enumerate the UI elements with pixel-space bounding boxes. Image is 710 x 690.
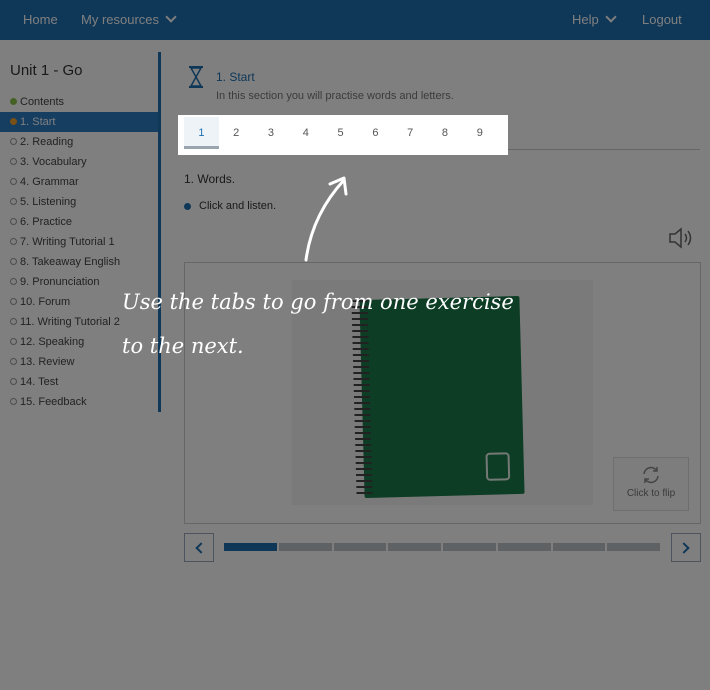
status-dot-icon	[10, 178, 17, 185]
tutorial-hint-line-2: to the next.	[122, 334, 244, 358]
instruction-bullet	[184, 203, 191, 210]
status-dot-icon	[10, 338, 17, 345]
status-dot-icon	[10, 358, 17, 365]
sidebar-item-label: 9. Pronunciation	[20, 276, 100, 288]
flip-icon	[643, 466, 659, 484]
sidebar-item[interactable]: 5. Listening	[0, 192, 158, 212]
sidebar-item-label: 13. Review	[20, 356, 75, 368]
exercise-tab[interactable]: 5	[323, 117, 358, 149]
hourglass-icon	[189, 66, 203, 88]
sidebar-item-label: 10. Forum	[20, 296, 71, 308]
exercise-instruction: Click and listen.	[199, 200, 277, 212]
exercise-tab[interactable]: 7	[393, 117, 428, 149]
status-dot-icon	[10, 298, 17, 305]
progress-segment	[333, 543, 387, 551]
exercise-tab[interactable]: 6	[358, 117, 393, 149]
sidebar-item[interactable]: 7. Writing Tutorial 1	[0, 232, 158, 252]
sidebar-item[interactable]: 8. Takeaway English	[0, 252, 158, 272]
status-dot-icon	[10, 118, 17, 125]
status-dot-icon	[10, 198, 17, 205]
sidebar-item-label: Contents	[20, 96, 65, 108]
top-nav-bar: Home My resources Help Logout	[0, 0, 710, 40]
sidebar-item[interactable]: 6. Practice	[0, 212, 158, 232]
chevron-left-icon	[195, 542, 207, 554]
sidebar-item-label: 2. Reading	[20, 136, 74, 148]
chevron-down-icon	[165, 11, 177, 23]
progress-segment	[497, 543, 551, 551]
flip-label: Click to flip	[626, 488, 676, 499]
sidebar-item-label: 7. Writing Tutorial 1	[20, 236, 115, 248]
chevron-right-icon	[678, 542, 690, 554]
status-dot-icon	[10, 98, 17, 105]
exercise-tab[interactable]: 1	[184, 117, 219, 149]
sidebar-item-label: 12. Speaking	[20, 336, 85, 348]
exercise-title: 1. Words.	[184, 172, 236, 186]
chevron-down-icon	[605, 11, 617, 23]
unit-title: Unit 1 - Go	[10, 62, 83, 79]
exercise-tab[interactable]: 4	[288, 117, 323, 149]
exercise-tab[interactable]: 9	[462, 117, 497, 149]
status-dot-icon	[10, 258, 17, 265]
sidebar-item-label: 1. Start	[20, 116, 56, 128]
previous-card-button[interactable]	[184, 533, 214, 562]
status-dot-icon	[10, 378, 17, 385]
nav-help-label: Help	[572, 12, 599, 27]
status-dot-icon	[10, 318, 17, 325]
progress-segment	[607, 543, 660, 551]
nav-logout-link[interactable]: Logout	[642, 12, 682, 27]
tutorial-hint-line-1: Use the tabs to go from one exercise	[122, 290, 514, 314]
sidebar-item[interactable]: Contents	[0, 92, 158, 112]
progress-segment	[278, 543, 332, 551]
nav-my-resources-label: My resources	[81, 12, 160, 27]
sidebar-item[interactable]: 3. Vocabulary	[0, 152, 158, 172]
sidebar-item-label: 3. Vocabulary	[20, 156, 87, 168]
sidebar-item-label: 15. Feedback	[20, 396, 87, 408]
exercise-tab[interactable]: 8	[428, 117, 463, 149]
card-progress-bar	[224, 543, 660, 551]
tutorial-hint: Use the tabs to go from one exercise to …	[122, 280, 592, 368]
exercise-tabs: 123456789	[178, 115, 508, 155]
notebook-logo	[485, 452, 511, 481]
sidebar-item-label: 5. Listening	[20, 196, 77, 208]
nav-my-resources-menu[interactable]: My resources	[81, 11, 177, 27]
status-dot-icon	[10, 138, 17, 145]
sidebar-item-label: 11. Writing Tutorial 2	[20, 316, 120, 328]
sidebar-item[interactable]: 4. Grammar	[0, 172, 158, 192]
status-dot-icon	[10, 218, 17, 225]
speaker-icon[interactable]	[668, 226, 694, 250]
flip-button[interactable]: Click to flip	[613, 457, 689, 511]
progress-segment	[552, 543, 606, 551]
exercise-tab[interactable]: 3	[254, 117, 289, 149]
progress-segment	[443, 543, 496, 551]
section-title: 1. Start	[216, 70, 255, 84]
nav-home-link[interactable]: Home	[23, 12, 58, 27]
status-dot-icon	[10, 238, 17, 245]
next-card-button[interactable]	[671, 533, 701, 562]
sidebar-item-label: 8. Takeaway English	[20, 256, 121, 268]
status-dot-icon	[10, 278, 17, 285]
sidebar-item-label: 4. Grammar	[20, 176, 79, 188]
sidebar-item-label: 14. Test	[20, 376, 59, 388]
sidebar-item-label: 6. Practice	[20, 216, 72, 228]
section-subtitle: In this section you will practise words …	[216, 90, 454, 102]
progress-segment	[224, 543, 277, 551]
status-dot-icon	[10, 398, 17, 405]
nav-help-menu[interactable]: Help	[572, 11, 617, 27]
sidebar-item[interactable]: 14. Test	[0, 372, 158, 392]
exercise-tab[interactable]: 2	[219, 117, 254, 149]
hint-arrow-icon	[304, 176, 348, 262]
sidebar-item[interactable]: 15. Feedback	[0, 392, 158, 412]
sidebar-item[interactable]: 1. Start	[0, 112, 158, 132]
status-dot-icon	[10, 158, 17, 165]
progress-segment	[388, 543, 441, 551]
sidebar-item[interactable]: 2. Reading	[0, 132, 158, 152]
